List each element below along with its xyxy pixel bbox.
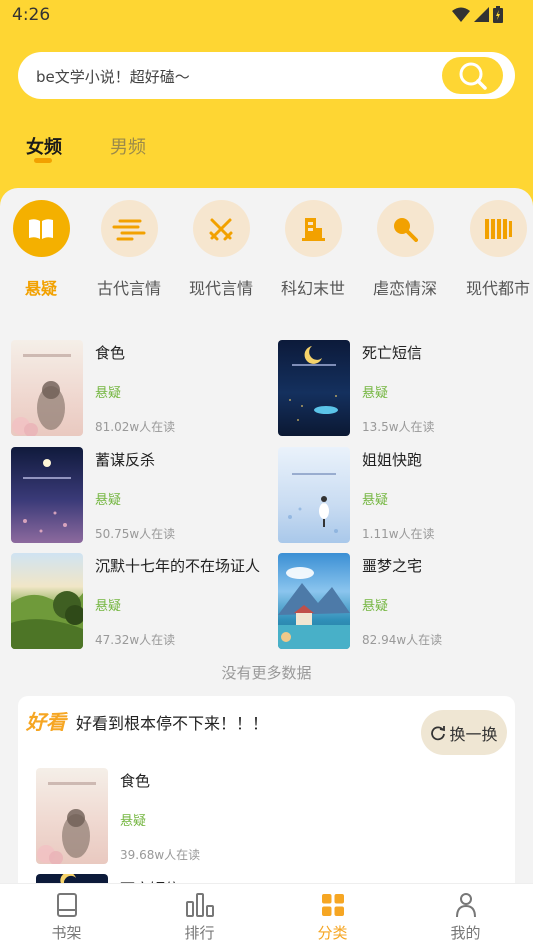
tab-male[interactable]: 男频 xyxy=(110,133,146,159)
book-item[interactable]: 食色 悬疑 81.02w人在读 xyxy=(11,340,261,437)
book-title: 食色 xyxy=(95,344,126,362)
search-bar[interactable]: be文学小说！超好磕～ xyxy=(18,52,515,99)
book-title: 噩梦之宅 xyxy=(362,557,423,575)
book-readers: 39.68w人在读 xyxy=(120,848,201,862)
book-cover[interactable] xyxy=(11,340,83,436)
nav-bookshelf[interactable]: 书架 xyxy=(0,890,133,943)
category-circle xyxy=(100,200,158,257)
magnifier-icon xyxy=(394,217,418,242)
book-title: 食色 xyxy=(120,772,151,790)
category-circle xyxy=(376,200,434,257)
nav-label: 排行 xyxy=(184,924,215,942)
crossed-swords-icon xyxy=(209,218,233,240)
book-item[interactable]: 蓄谋反杀 悬疑 50.75w人在读 xyxy=(11,447,261,544)
book-item[interactable]: 死亡短信 悬疑 13.5w人在读 xyxy=(278,340,528,437)
book-title: 蓄谋反杀 xyxy=(95,451,156,469)
tab-indicator xyxy=(34,158,52,163)
category-item-ancient-romance[interactable]: 古代言情 xyxy=(83,200,175,299)
nav-label: 我的 xyxy=(450,924,481,942)
search-icon xyxy=(459,62,487,90)
nav-ranking[interactable]: 排行 xyxy=(133,890,266,943)
category-circle xyxy=(284,200,342,257)
category-item-angst[interactable]: 虐恋情深 xyxy=(359,200,451,299)
category-label: 现代都市 xyxy=(465,279,530,298)
building-icon xyxy=(302,217,325,241)
status-icons xyxy=(452,5,503,23)
status-time: 4:26 xyxy=(12,5,51,25)
category-label: 现代言情 xyxy=(188,279,253,298)
nav-label: 分类 xyxy=(317,924,348,942)
header: 4:26 be文学小说！超好磕～ 女频 男频 xyxy=(0,0,533,215)
recommend-logo: 好看 xyxy=(26,710,66,734)
refresh-icon xyxy=(431,725,446,740)
swap-label: 换一换 xyxy=(449,724,498,744)
book-readers: 81.02w人在读 xyxy=(95,420,176,434)
book-title: 死亡短信 xyxy=(362,344,423,362)
category-panel: 悬疑 古代言情 现代言情 科幻末世 虐恋情深 现代都市 食色 悬疑 81.02w… xyxy=(0,188,533,916)
book-cover[interactable] xyxy=(278,447,350,543)
book-genre: 悬疑 xyxy=(120,814,147,829)
cloud-icon xyxy=(112,219,146,240)
book-item[interactable]: 噩梦之宅 悬疑 82.94w人在读 xyxy=(278,553,528,650)
book-cover[interactable] xyxy=(11,553,83,649)
category-item-scifi[interactable]: 科幻末世 xyxy=(267,200,359,299)
battery-icon xyxy=(493,5,503,23)
book-genre: 悬疑 xyxy=(95,386,122,401)
book-genre: 悬疑 xyxy=(362,386,389,401)
bookshelf-icon xyxy=(56,893,77,917)
signal-icon xyxy=(474,6,489,22)
no-more-data: 没有更多数据 xyxy=(221,664,312,682)
wifi-icon xyxy=(452,7,470,22)
book-cover[interactable] xyxy=(278,340,350,436)
recommend-slogan: 好看到根本停不下来！！！ xyxy=(76,714,269,733)
nav-label: 书架 xyxy=(51,924,82,942)
search-button[interactable] xyxy=(442,57,503,94)
tab-female[interactable]: 女频 xyxy=(26,133,62,159)
book-genre: 悬疑 xyxy=(362,599,389,614)
book-item[interactable]: 食色 悬疑 39.68w人在读 xyxy=(36,768,286,865)
category-grid-icon xyxy=(321,894,344,916)
category-item-urban[interactable]: 现代都市 xyxy=(452,200,533,299)
category-item-suspense[interactable]: 悬疑 xyxy=(0,200,87,299)
book-genre: 悬疑 xyxy=(95,599,122,614)
category-circle xyxy=(469,200,527,257)
swap-button[interactable]: 换一换 xyxy=(421,710,507,755)
category-label: 悬疑 xyxy=(24,279,57,298)
book-readers: 13.5w人在读 xyxy=(362,420,435,434)
category-label: 虐恋情深 xyxy=(372,279,437,298)
status-bar: 4:26 xyxy=(0,0,533,30)
book-genre: 悬疑 xyxy=(95,493,122,508)
bamboo-scroll-icon xyxy=(485,218,512,239)
person-icon xyxy=(455,893,476,918)
book-item[interactable]: 沉默十七年的不在场证人 悬疑 47.32w人在读 xyxy=(11,553,261,650)
category-label: 科幻末世 xyxy=(280,279,345,298)
book-readers: 82.94w人在读 xyxy=(362,633,443,647)
category-label: 古代言情 xyxy=(96,279,161,298)
book-readers: 47.32w人在读 xyxy=(95,633,176,647)
book-genre: 悬疑 xyxy=(362,493,389,508)
book-cover[interactable] xyxy=(11,447,83,543)
book-cover[interactable] xyxy=(36,768,108,864)
book-title: 姐姐快跑 xyxy=(362,451,423,469)
category-item-modern-romance[interactable]: 现代言情 xyxy=(175,200,267,299)
book-cover[interactable] xyxy=(278,553,350,649)
search-input[interactable]: be文学小说！超好磕～ xyxy=(36,66,190,87)
bottom-nav: 书架 排行 分类 我的 xyxy=(0,883,533,948)
book-title: 沉默十七年的不在场证人 xyxy=(95,557,261,575)
book-readers: 1.11w人在读 xyxy=(362,527,435,541)
category-circle xyxy=(192,200,250,257)
nav-profile[interactable]: 我的 xyxy=(399,890,532,943)
nav-category[interactable]: 分类 xyxy=(266,890,399,943)
book-icon xyxy=(29,218,53,239)
book-item[interactable]: 姐姐快跑 悬疑 1.11w人在读 xyxy=(278,447,528,544)
book-readers: 50.75w人在读 xyxy=(95,527,176,541)
category-circle xyxy=(12,200,70,257)
ranking-icon xyxy=(185,893,214,917)
